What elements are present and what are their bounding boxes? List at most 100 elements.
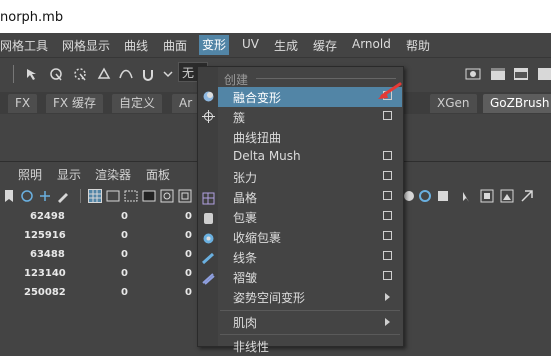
wrap-icon [204,213,213,224]
menu-item-cluster[interactable]: 簇 [218,107,402,127]
magnet-icon[interactable] [140,66,156,82]
option-box-icon[interactable] [383,211,392,220]
resolution-gate-icon[interactable] [124,189,138,203]
camera-attributes-icon[interactable] [20,189,34,203]
menu-help[interactable]: 帮助 [406,37,430,54]
shrink-wrap-icon [203,233,214,244]
option-box-icon[interactable] [383,171,392,180]
toolbar-divider-icon [13,65,14,83]
menu-section-create: 创建 [224,73,249,87]
cluster-icon [202,110,215,123]
data-value: 0 [185,211,192,222]
title-bar: norph.mb [0,0,551,34]
data-value: 0 [185,249,192,260]
menu-deform[interactable]: 变形 [199,35,230,55]
frame-selection-icon[interactable] [480,189,494,203]
menu-item-wrap[interactable]: 包裹 [218,207,402,227]
menu-item-label: 包裹 [233,211,258,225]
option-box-icon[interactable] [383,231,392,240]
menu-item-curve-warp[interactable]: 曲线扭曲 [218,127,402,147]
data-value: 250082 [24,287,66,298]
toggle-display-icon[interactable] [436,189,450,203]
wire-icon [202,252,215,265]
shelf-tab-fx[interactable]: FX [8,94,38,113]
menu-item-muscle[interactable]: 肌肉 [218,312,402,332]
panel-menu-panels[interactable]: 面板 [146,166,170,183]
snap-to-curve-icon[interactable] [118,66,134,82]
data-row: 123140 0 0 [0,265,200,285]
annotation-arrow-icon [378,82,402,99]
menu-item-label: Delta Mush [233,149,301,163]
option-box-icon[interactable] [383,191,392,200]
grid-icon[interactable] [88,189,102,203]
select-by-hierarchy-icon[interactable] [24,66,40,82]
xray-icon[interactable] [402,189,416,203]
menu-item-wrinkle[interactable]: 褶皱 [218,267,402,287]
menu-item-blend-shape[interactable]: 融合变形 [218,87,402,107]
frame-all-icon[interactable] [500,189,514,203]
menu-item-shrink-wrap[interactable]: 收缩包裹 [218,227,402,247]
menu-item-label: 张力 [233,171,258,185]
render-view-icon[interactable] [465,66,481,82]
shelf-tab-gozbrush[interactable]: GoZBrush [483,94,551,113]
data-value: 0 [121,211,128,222]
menu-arnold[interactable]: Arnold [352,37,391,51]
menu-curves[interactable]: 曲线 [124,37,148,54]
menu-surfaces[interactable]: 曲面 [163,37,187,54]
menu-mesh-tools[interactable]: 网格工具 [0,37,48,54]
camera-move-icon[interactable] [38,189,52,203]
field-chart-icon[interactable] [160,189,174,203]
gate-mask-icon[interactable] [142,189,156,203]
menu-cache[interactable]: 缓存 [313,37,337,54]
camera-look-icon[interactable] [520,189,534,203]
blend-shape-icon [203,91,214,102]
menu-item-lattice[interactable]: 晶格 [218,187,402,207]
data-value: 0 [121,230,128,241]
option-box-icon[interactable] [383,271,392,280]
menu-item-nonlinear[interactable]: 非线性 [218,336,402,356]
menu-mesh-display[interactable]: 网格显示 [62,37,110,54]
menu-item-tension[interactable]: 张力 [218,167,402,187]
data-row: 250082 0 0 [0,284,200,304]
select-by-object-icon[interactable] [48,66,64,82]
main-menubar: 网格工具 网格显示 曲线 曲面 变形 UV 生成 缓存 Arnold 帮助 [0,33,551,57]
menu-item-label: 收缩包裹 [233,231,282,245]
isolate-select-icon[interactable] [418,189,432,203]
menu-uv[interactable]: UV [242,37,259,51]
shelf-tab-fx-cache[interactable]: FX 缓存 [46,94,103,113]
section-divider [256,78,396,79]
select-camera-icon[interactable] [460,189,474,203]
shelf-tab-arnold[interactable]: Ar [172,94,200,113]
panel-menu-show[interactable]: 显示 [57,166,81,183]
data-value: 0 [185,268,192,279]
chevron-down-icon[interactable] [160,66,176,82]
menu-item-wire[interactable]: 线条 [218,247,402,267]
snap-to-grid-icon[interactable] [96,66,112,82]
film-gate-icon[interactable] [106,189,120,203]
data-value: 0 [121,268,128,279]
select-by-component-icon[interactable] [72,66,88,82]
render-settings-icon[interactable] [537,66,551,82]
panel-menu-lighting[interactable]: 照明 [18,166,42,183]
toolbar-divider-icon [80,189,81,203]
data-value: 63488 [30,249,65,260]
menu-generate[interactable]: 生成 [274,37,298,54]
shelf-tab-custom[interactable]: 自定义 [112,94,163,113]
panel-menu-renderer[interactable]: 渲染器 [95,166,131,183]
bookmark-icon[interactable] [2,189,16,203]
ipr-render-icon[interactable] [513,66,529,82]
option-box-icon[interactable] [383,111,392,120]
menu-item-delta-mush[interactable]: Delta Mush [218,147,402,167]
menu-item-label: 融合变形 [233,91,282,105]
option-box-icon[interactable] [383,151,392,160]
menu-item-pose-space-deformation[interactable]: 姿势空间变形 [218,287,402,307]
option-box-icon[interactable] [383,251,392,260]
deform-menu: 创建 融合变形 簇 曲线扭曲 Delta Mush 张力 晶格 包裹 收缩包裹 … [197,66,404,354]
wrinkle-icon [202,273,215,285]
pencil-icon[interactable] [56,189,70,203]
safe-action-icon[interactable] [178,189,192,203]
data-value: 0 [185,230,192,241]
shelf-tab-xgen[interactable]: XGen [430,94,477,113]
menu-icon-gutter [198,67,218,346]
clapper-icon[interactable] [490,66,506,82]
